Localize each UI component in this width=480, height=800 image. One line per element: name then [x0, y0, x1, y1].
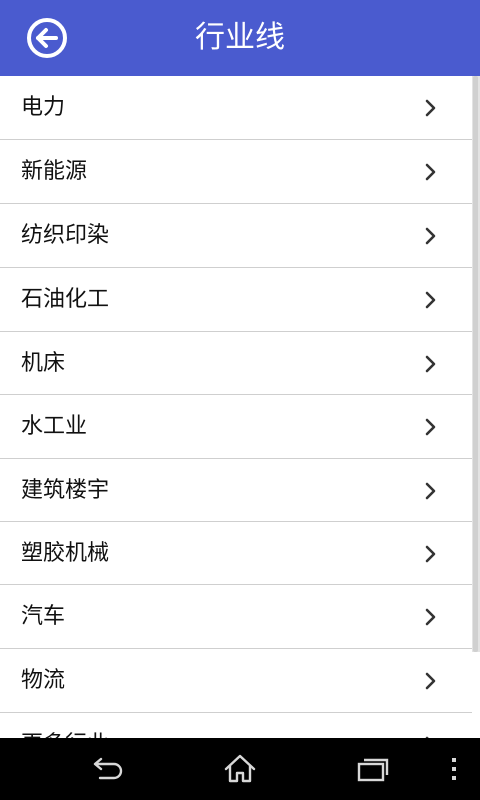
scrollbar[interactable] — [472, 76, 480, 652]
list-item-petrochemical[interactable]: 石油化工 — [0, 268, 472, 331]
chevron-right-icon — [425, 355, 436, 373]
page-title: 行业线 — [195, 20, 285, 55]
chevron-right-icon — [425, 291, 436, 309]
list-item-label: 机床 — [21, 351, 66, 376]
list-item-label: 水工业 — [21, 414, 88, 439]
industry-list[interactable]: 电力 新能源 纺织印染 石油化工 机床 水工业 建筑楼宇 塑胶机械 汽车 物流 — [0, 76, 480, 738]
list-item-water-industry[interactable]: 水工业 — [0, 395, 472, 458]
home-button[interactable] — [218, 749, 262, 789]
overflow-menu-button[interactable] — [434, 749, 474, 789]
list-item-label: 物流 — [21, 668, 66, 693]
list-item-power[interactable]: 电力 — [0, 76, 472, 139]
system-back-button[interactable] — [86, 749, 130, 789]
back-button[interactable] — [25, 16, 69, 60]
chevron-right-icon — [425, 163, 436, 181]
list-item-label: 塑胶机械 — [21, 541, 110, 566]
list-item-label: 建筑楼宇 — [21, 478, 110, 503]
list-item-label: 纺织印染 — [21, 223, 110, 248]
scrollbar-thumb[interactable] — [473, 76, 478, 652]
recent-apps-button[interactable] — [352, 749, 396, 789]
chevron-right-icon — [425, 482, 436, 500]
chevron-right-icon — [425, 99, 436, 117]
chevron-right-icon — [425, 418, 436, 436]
app-bar: 行业线 — [0, 0, 480, 76]
list-item-building[interactable]: 建筑楼宇 — [0, 459, 472, 522]
system-nav-bar — [0, 738, 480, 800]
home-icon — [224, 754, 256, 783]
system-back-icon — [93, 757, 123, 780]
list-item-more-industries[interactable]: 更多行业 — [0, 713, 472, 738]
recent-apps-icon — [357, 758, 389, 782]
list-item-machine-tools[interactable]: 机床 — [0, 332, 472, 395]
chevron-right-icon — [425, 227, 436, 245]
list-item-label: 汽车 — [21, 604, 66, 629]
list-item-label: 新能源 — [21, 159, 88, 184]
list-item-label: 石油化工 — [21, 287, 110, 312]
list-item-new-energy[interactable]: 新能源 — [0, 140, 472, 203]
list-item-plastics-machinery[interactable]: 塑胶机械 — [0, 522, 472, 585]
back-arrow-circle-icon — [27, 18, 67, 58]
list-item-label: 更多行业 — [21, 713, 109, 738]
list-item-automotive[interactable]: 汽车 — [0, 585, 472, 648]
chevron-right-icon — [425, 608, 436, 626]
list-item-textile-dyeing[interactable]: 纺织印染 — [0, 204, 472, 267]
overflow-menu-icon — [452, 758, 456, 780]
chevron-right-icon — [425, 545, 436, 563]
list-item-label: 电力 — [21, 95, 66, 120]
chevron-right-icon — [425, 672, 436, 690]
list-item-logistics[interactable]: 物流 — [0, 649, 472, 712]
